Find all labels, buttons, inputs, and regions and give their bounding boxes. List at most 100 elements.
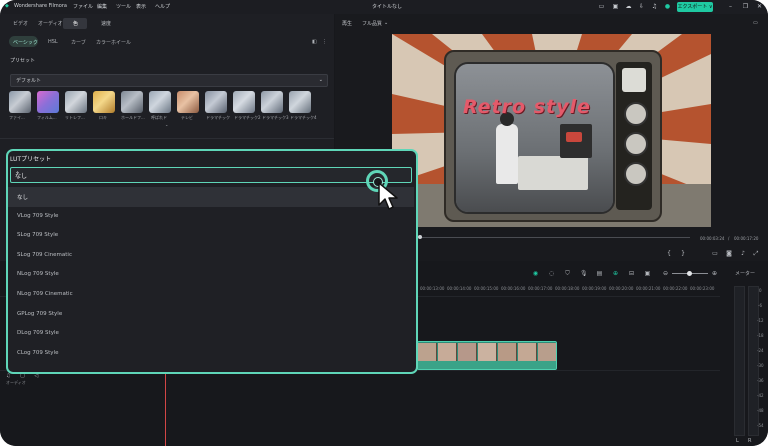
zoom-out-icon[interactable]: ⊖ [662,270,669,277]
tab-audio[interactable]: オーディオ [38,20,63,27]
volume-icon[interactable]: ♪ [739,250,747,258]
cloud-icon[interactable]: ☁ [625,3,632,10]
preset-thumb-4[interactable] [93,91,115,113]
window-title: タイトルなし [372,4,403,10]
ruler-tick: 00:00:17:00 [528,286,553,291]
maximize-icon[interactable]: ❐ [742,3,749,10]
zoom-in-icon[interactable]: ⊕ [711,270,718,277]
preset-thumb-3[interactable] [65,91,87,113]
preset-select[interactable]: デフォルト ⌄ [10,74,328,87]
menu-tools[interactable]: ツール [116,3,131,10]
lut-option-none[interactable]: なし [8,187,414,207]
video-clip[interactable] [417,341,557,370]
preset-thumb-6[interactable] [149,91,171,113]
lut-option-vlog-709-style[interactable]: VLog 709 Style [8,207,414,227]
preset-thumb-11[interactable] [289,91,311,113]
scrubber-handle[interactable] [418,235,422,239]
save-icon[interactable]: ▣ [612,3,619,10]
vu-scale-label: -30 [757,363,764,368]
download-icon[interactable]: ⇩ [638,3,645,10]
tab-video[interactable]: ビデオ [13,20,28,27]
display-icon[interactable]: ▭ [711,250,719,258]
preset-thumb-8[interactable] [205,91,227,113]
zoom-slider-handle[interactable] [687,271,692,276]
audio-meter: 0 -6 -12 -18 -24 -30 -36 -42 -48 -54 [728,284,764,436]
preset-thumb-9[interactable] [233,91,255,113]
total-time: 00:00:17:20 [734,236,759,241]
clip-icon[interactable]: ▤ [596,270,603,277]
preset-thumb-10[interactable] [261,91,283,113]
chevron-down-icon: ⌄ [318,77,323,83]
tv-control-panel [616,62,652,210]
timeline-ruler[interactable]: 00:00:13:00 00:00:14:00 00:00:15:00 00:0… [420,284,720,294]
compare-icon[interactable]: ◧ [312,39,317,45]
menu-file[interactable]: ファイル [73,3,93,10]
vu-scale-label: -12 [757,318,764,323]
minimize-icon[interactable]: – [727,3,734,10]
camera-icon[interactable]: ◙ [725,250,733,258]
shield-icon[interactable]: ⛉ [564,270,571,277]
mark-out-icon[interactable]: } [679,250,687,258]
export-button[interactable]: エクスポート ∨ [677,2,713,12]
lut-option-label: GPLog 709 Style [17,310,63,317]
record-voice-icon[interactable]: ◌ [548,270,555,277]
mic-icon[interactable]: 🎙 [580,270,588,277]
retro-style-overlay-text: Retro style [463,96,591,118]
lut-option-nlog-709-style[interactable]: NLog 709 Style [8,265,414,285]
record-icon[interactable]: ● [664,3,671,10]
lut-option-label: SLog 709 Cinematic [17,251,72,258]
headset-icon[interactable]: ♫ [651,3,658,10]
tab-color[interactable]: 色 [73,20,78,27]
ruler-tick: 00:00:23:00 [690,286,715,291]
ai-icon[interactable]: ◉ [532,270,539,277]
current-time: 00:00:03:24 [700,236,725,241]
lut-option-label: NLog 709 Cinematic [17,290,73,297]
subtab-curves[interactable]: カーブ [71,39,86,46]
preset-thumb-label: ファイ... [9,115,25,120]
preset-thumb-7[interactable] [177,91,199,113]
lut-option-gplog-709-style[interactable]: GPLog 709 Style [8,305,414,325]
lut-option-nlog-709-cinematic[interactable]: NLog 709 Cinematic [8,285,414,305]
vu-scale-label: -36 [757,378,764,383]
menu-edit[interactable]: 編集 [97,3,107,10]
subtab-hsl[interactable]: HSL [48,39,58,45]
monitor-icon[interactable]: ▭ [598,3,605,10]
menu-view[interactable]: 表示 [136,3,146,10]
expand-presets-icon[interactable]: ⌃ [165,124,168,129]
snapshot-icon[interactable]: ▭ [753,20,758,26]
lut-option-slog-709-cinematic[interactable]: SLog 709 Cinematic [8,246,414,266]
lut-option-clog-709-style[interactable]: CLog 709 Style [8,344,414,364]
pip-icon[interactable]: ▣ [644,270,651,277]
video-frame: Retro style [392,34,711,227]
app-name: Wondershare Filmora [14,3,67,9]
playback-mode-label[interactable]: 再生 [342,20,352,27]
playhead[interactable] [165,372,166,446]
preview-scrubber[interactable] [420,237,690,238]
subtab-color-wheel[interactable]: カラーホイール [96,39,131,46]
vu-scale-label: -48 [757,408,764,413]
split-icon[interactable]: ⊟ [628,270,635,277]
close-icon[interactable]: ✕ [756,3,763,10]
subtab-basic[interactable]: ベーシック [13,39,38,46]
lut-preset-title: LUTプリセット [10,156,52,163]
preset-thumb-label: ホールドフ... [121,115,145,120]
fullscreen-icon[interactable]: ⤢ [752,250,760,258]
ruler-tick: 00:00:20:00 [609,286,634,291]
snap-icon[interactable]: ⊕ [612,270,619,277]
preset-thumb-1[interactable] [9,91,31,113]
lut-preset-select[interactable]: なし ⌃ [10,167,412,183]
more-icon[interactable]: ⋮ [322,39,327,45]
clip-frame [478,343,497,361]
music-icon: ♫ [6,373,11,379]
tab-speed[interactable]: 速度 [101,20,111,27]
ruler-tick: 00:00:18:00 [555,286,580,291]
menu-help[interactable]: ヘルプ [155,3,170,10]
lut-option-label: VLog 709 Style [17,212,59,219]
lut-option-slog-709-style[interactable]: SLog 709 Style [8,226,414,246]
vu-scale-label: -42 [757,393,764,398]
mark-in-icon[interactable]: { [665,250,673,258]
quality-select[interactable]: フル品質 [362,20,382,27]
preset-thumb-5[interactable] [121,91,143,113]
lut-option-dlog-709-style[interactable]: DLog 709 Style [8,324,414,344]
preset-thumb-2[interactable] [37,91,59,113]
